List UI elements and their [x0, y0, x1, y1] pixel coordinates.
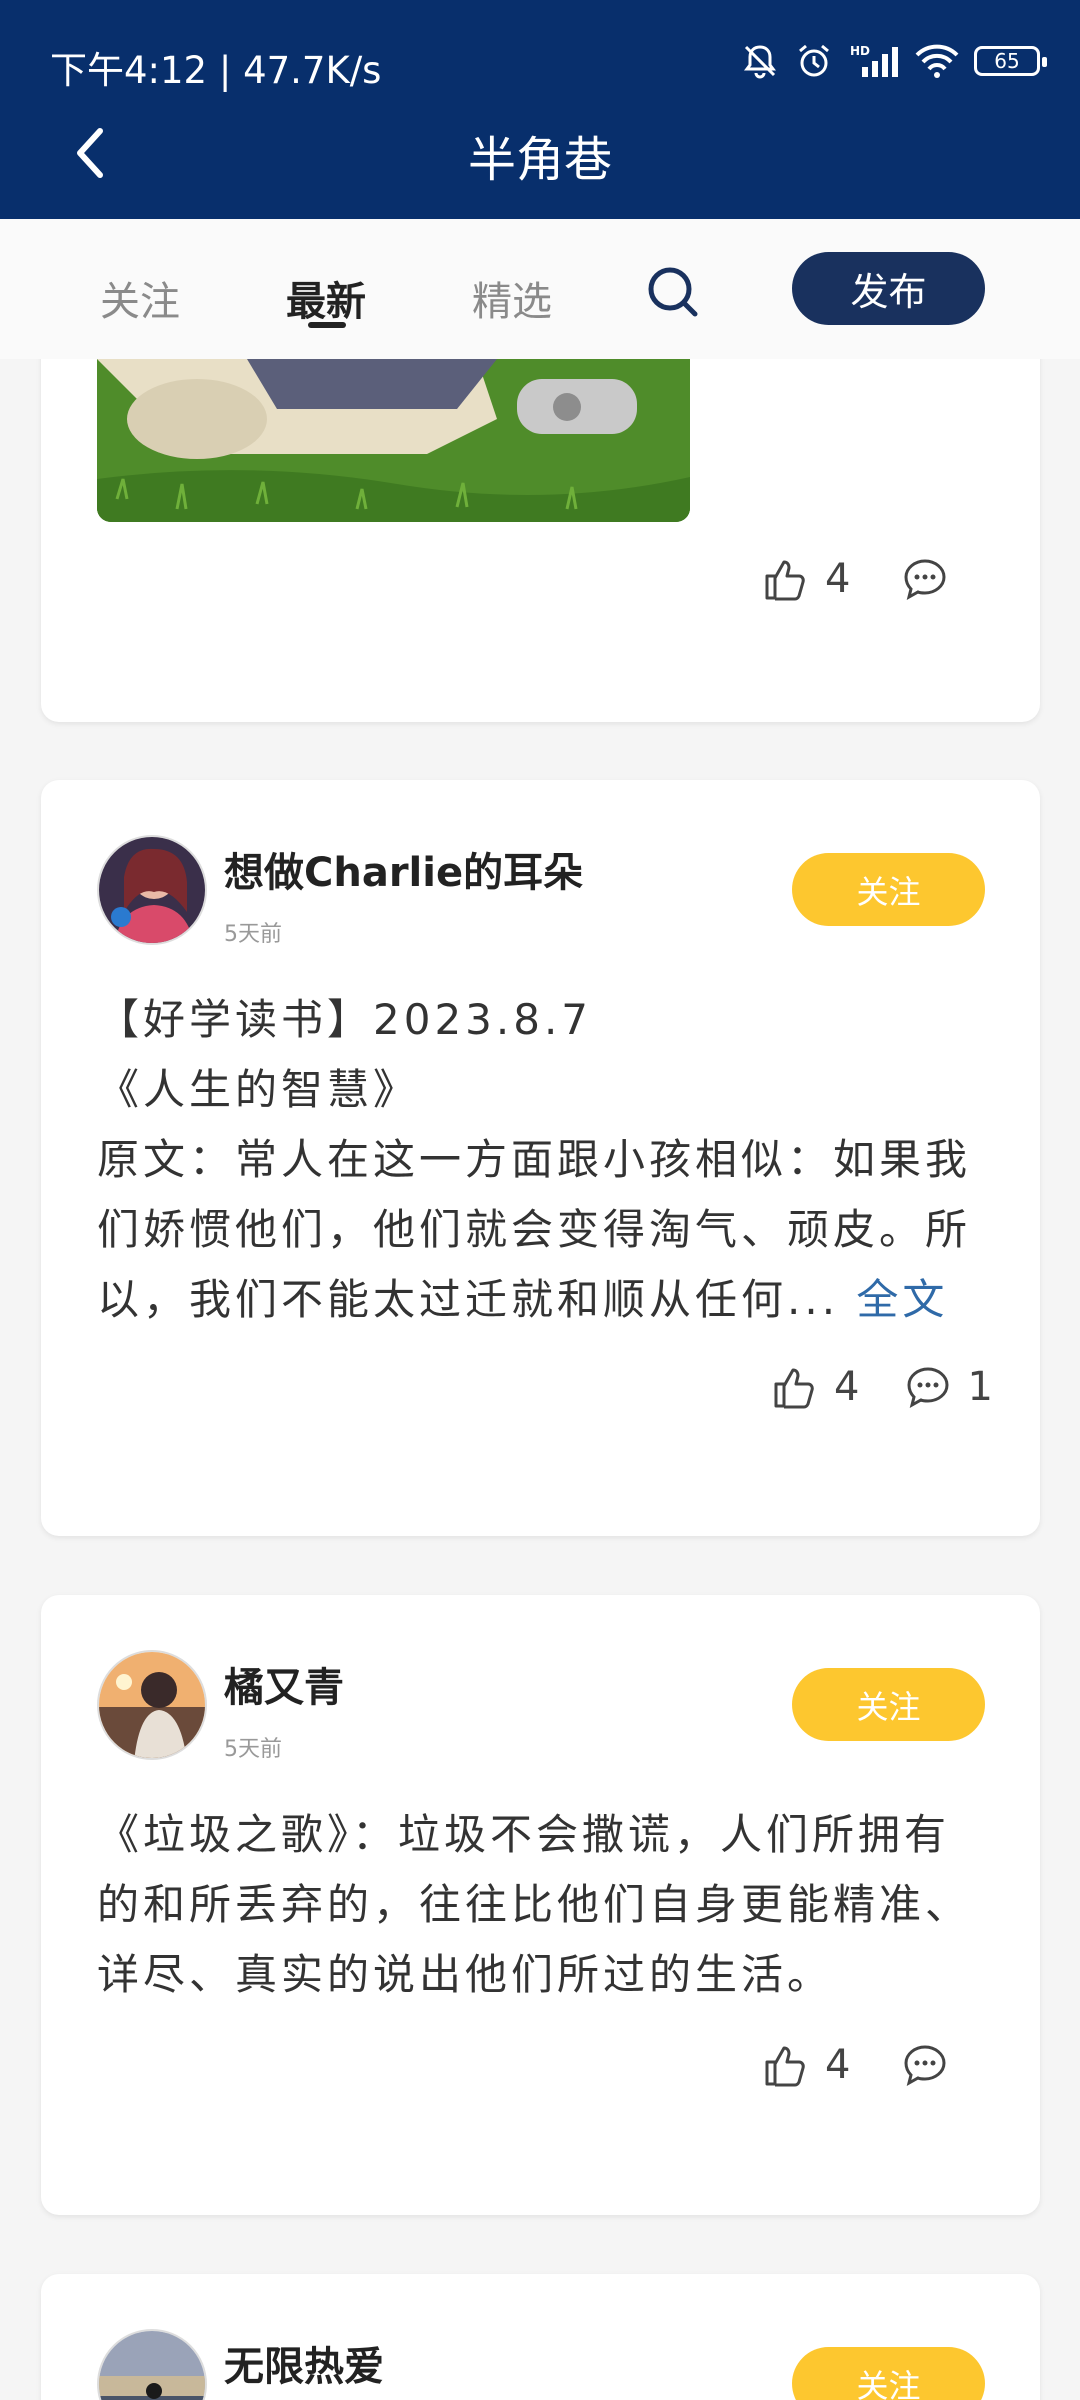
avatar[interactable] — [97, 835, 207, 945]
post-card: 无限热爱 关注 — [41, 2274, 1040, 2400]
post-author[interactable]: 想做Charlie的耳朵 — [224, 840, 583, 898]
status-bar: 下午4:12 | 47.7K/s HD 65 — [0, 0, 1080, 130]
post-card: 橘又青 5天前 关注 《垃圾之歌》：垃圾不会撒谎，人们所拥有 的和所丢弃的，往往… — [41, 1595, 1040, 2215]
post-card: 想做Charlie的耳朵 5天前 关注 【好学读书】2023.8.7 《人生的智… — [41, 780, 1040, 1536]
post-content[interactable]: 《垃圾之歌》：垃圾不会撒谎，人们所拥有 的和所丢弃的，往往比他们自身更能精准、 … — [97, 1800, 987, 2010]
post-time: 5天前 — [224, 1737, 282, 1762]
post-feed[interactable]: 4 想做Charlie的耳朵 5天前 关注 【好学读书】2023.8.7 《人生… — [0, 359, 1080, 2400]
app-header: 下午4:12 | 47.7K/s HD 65 半角巷 — [0, 0, 1080, 219]
avatar-image — [99, 2331, 205, 2400]
read-more-link[interactable]: 全文 — [856, 1275, 948, 1324]
avatar-image — [99, 1652, 205, 1758]
alarm-icon — [799, 44, 829, 77]
post-actions: 4 1 — [772, 1364, 993, 1410]
like-button[interactable]: 4 — [772, 1364, 859, 1410]
tab-latest[interactable]: 最新 — [286, 269, 366, 327]
comment-button[interactable]: 1 — [905, 1364, 993, 1410]
battery-indicator: 65 — [974, 46, 1047, 76]
like-button[interactable]: 4 — [763, 2042, 850, 2088]
scooter-photo — [97, 359, 690, 522]
like-count: 4 — [834, 1364, 860, 1410]
active-tab-indicator — [308, 322, 346, 328]
mute-bell-icon — [744, 45, 776, 79]
like-count: 4 — [825, 2042, 851, 2088]
post-actions: 4 — [763, 556, 948, 602]
avatar[interactable] — [97, 1650, 207, 1760]
thumbs-up-icon — [765, 560, 805, 601]
comment-button[interactable] — [902, 556, 948, 602]
tab-featured[interactable]: 精选 — [472, 269, 552, 327]
content-line: 《人生的智慧》 — [97, 1065, 420, 1114]
comment-icon — [907, 1367, 949, 1408]
avatar[interactable] — [97, 2329, 207, 2400]
tab-bar: 关注 最新 精选 发布 — [0, 219, 1080, 359]
post-author[interactable]: 橘又青 — [224, 1655, 344, 1713]
like-count: 4 — [825, 556, 851, 602]
search-icon — [648, 267, 698, 317]
status-icons: HD 65 — [740, 36, 1047, 86]
avatar-image — [99, 837, 205, 943]
follow-button[interactable]: 关注 — [792, 2347, 985, 2400]
like-button[interactable]: 4 — [763, 556, 850, 602]
content-line: 原文：常人在这一方面跟小孩相似：如果我 — [97, 1135, 972, 1184]
page-title: 半角巷 — [467, 132, 612, 188]
content-line: 详尽、真实的说出他们所过的生活。 — [97, 1950, 834, 1999]
thumbs-up-icon — [774, 1368, 814, 1409]
publish-button[interactable]: 发布 — [792, 252, 985, 325]
search-button[interactable] — [645, 264, 701, 320]
post-author[interactable]: 无限热爱 — [224, 2334, 384, 2392]
comment-icon — [904, 2045, 946, 2086]
comment-button[interactable] — [902, 2042, 948, 2088]
post-time: 5天前 — [224, 922, 282, 947]
content-line: 们娇惯他们，他们就会变得淘气、顽皮。所 — [97, 1205, 972, 1254]
post-image[interactable] — [97, 359, 690, 522]
follow-button[interactable]: 关注 — [792, 1668, 985, 1741]
svg-text:HD: HD — [850, 44, 870, 58]
post-content[interactable]: 【好学读书】2023.8.7 《人生的智慧》 原文：常人在这一方面跟小孩相似：如… — [97, 985, 987, 1335]
comment-icon — [904, 559, 946, 600]
content-line-last: 以，我们不能太过迁就和顺从任何... 全文 — [97, 1265, 987, 1335]
tab-following[interactable]: 关注 — [100, 269, 180, 327]
content-line: 的和所丢弃的，往往比他们自身更能精准、 — [97, 1880, 972, 1929]
content-line: 以，我们不能太过迁就和顺从任何... — [97, 1275, 840, 1324]
post-card: 4 — [41, 359, 1040, 722]
thumbs-up-icon — [765, 2046, 805, 2087]
hd-signal-icon: HD — [850, 44, 898, 77]
content-line: 【好学读书】2023.8.7 — [97, 995, 593, 1044]
content-line: 《垃圾之歌》：垃圾不会撒谎，人们所拥有 — [97, 1810, 951, 1859]
post-actions: 4 — [763, 2042, 948, 2088]
wifi-icon — [915, 44, 959, 78]
follow-button[interactable]: 关注 — [792, 853, 985, 926]
comment-count: 1 — [967, 1364, 993, 1410]
status-time-speed: 下午4:12 | 47.7K/s — [50, 49, 382, 92]
